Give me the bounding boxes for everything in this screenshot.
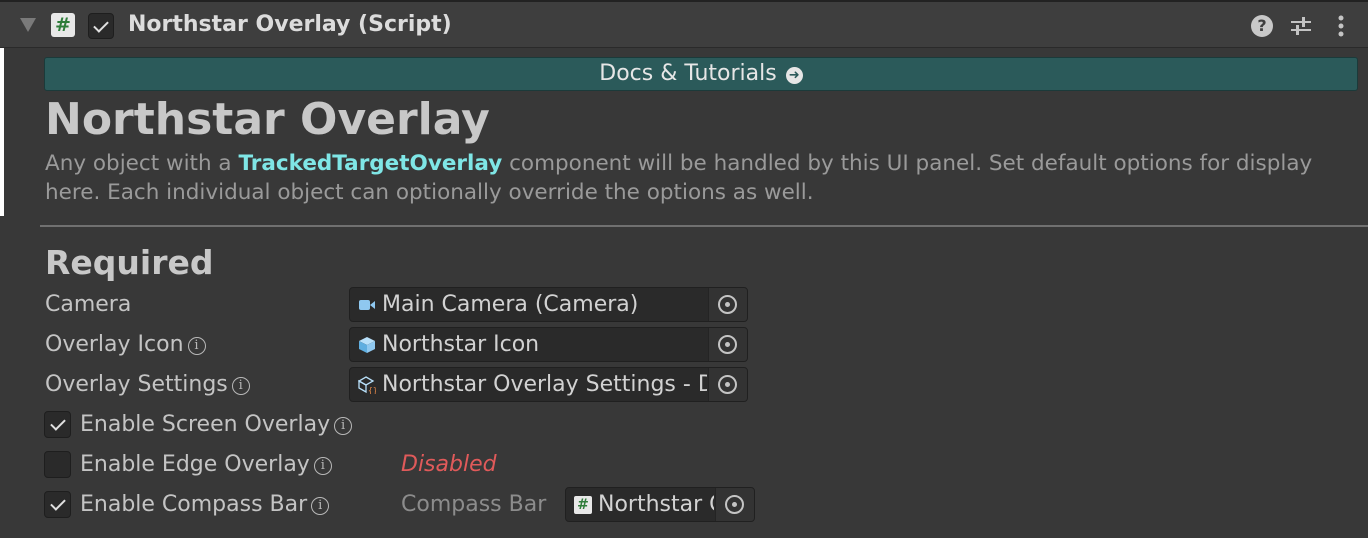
overlay-icon-label-text: Overlay Icon [45,332,184,357]
overlay-icon-field-value: Northstar Icon [382,332,540,357]
info-icon[interactable]: i [187,337,206,355]
description-text: Any object with a TrackedTargetOverlay c… [45,149,1355,207]
svg-text:{}: {} [368,386,376,394]
edge-overlay-status: Disabled [401,452,497,477]
overlay-settings-object-picker-button[interactable] [708,368,747,401]
enable-edge-overlay-text: Enable Edge Overlay [80,452,310,477]
overlay-settings-field-value: Northstar Overlay Settings - D [382,372,707,397]
compass-bar-field-value: Northstar C [598,492,714,517]
overlay-settings-label: Overlay Settings i [45,370,250,400]
checkmark-icon [93,16,109,33]
component-enabled-checkbox[interactable] [88,13,114,39]
object-picker-icon [718,335,737,354]
enable-compass-bar-checkbox[interactable] [44,491,71,518]
checkmark-icon [49,415,66,431]
inspector-panel: # Northstar Overlay (Script) ? Docs & Tu… [0,0,1368,538]
camera-icon [359,300,375,310]
overlay-icon-object-picker-button[interactable] [708,328,747,361]
prefab-cube-icon [359,337,375,353]
docs-button-label: Docs & Tutorials [599,61,777,86]
info-icon[interactable]: i [311,497,330,515]
compass-bar-field-label: Compass Bar [401,492,547,517]
enable-screen-overlay-text: Enable Screen Overlay [80,412,331,437]
compass-bar-object-picker-button[interactable] [715,488,754,521]
enable-compass-bar-text: Enable Compass Bar [80,492,308,517]
overlay-icon-label: Overlay Icon i [45,330,206,360]
help-icon[interactable]: ? [1251,15,1273,37]
arrow-right-icon: ➜ [785,67,803,84]
component-name-highlight: TrackedTargetOverlay [238,151,503,176]
camera-object-picker-button[interactable] [708,288,747,321]
description-prefix: Any object with a [45,151,239,176]
info-icon[interactable]: i [231,377,250,395]
foldout-arrow-icon[interactable] [20,18,36,32]
info-icon[interactable]: i [334,417,353,435]
enable-compass-bar-label: Enable Compass Bar i [80,490,330,520]
object-picker-icon [718,375,737,394]
scriptable-object-icon: {} [358,376,376,394]
presets-sliders-icon[interactable] [1289,14,1313,38]
page-title: Northstar Overlay [45,94,490,145]
compass-bar-object-field[interactable]: # Northstar C [565,487,755,522]
docs-tutorials-button[interactable]: Docs & Tutorials ➜ [44,57,1358,91]
object-picker-icon [725,495,744,514]
script-icon: # [574,496,592,514]
camera-label-text: Camera [45,292,132,317]
camera-label: Camera [45,290,131,320]
script-icon: # [51,13,75,37]
object-picker-icon [718,295,737,314]
section-title-required: Required [45,243,214,282]
component-title: Northstar Overlay (Script) [128,12,452,37]
selection-strip [0,48,4,216]
enable-edge-overlay-label: Enable Edge Overlay i [80,450,332,480]
overlay-settings-label-text: Overlay Settings [45,372,228,397]
enable-screen-overlay-label: Enable Screen Overlay i [80,410,353,440]
enable-screen-overlay-checkbox[interactable] [44,411,71,438]
enable-edge-overlay-checkbox[interactable] [44,451,71,478]
kebab-menu-icon[interactable] [1334,14,1348,38]
camera-field-value: Main Camera (Camera) [382,292,639,317]
component-header[interactable]: # Northstar Overlay (Script) ? [0,0,1368,48]
checkmark-icon [49,495,66,511]
section-divider [40,225,1368,227]
overlay-settings-object-field[interactable]: {} Northstar Overlay Settings - D [349,367,748,402]
info-icon[interactable]: i [313,457,332,475]
camera-object-field[interactable]: Main Camera (Camera) [349,287,748,322]
overlay-icon-object-field[interactable]: Northstar Icon [349,327,748,362]
